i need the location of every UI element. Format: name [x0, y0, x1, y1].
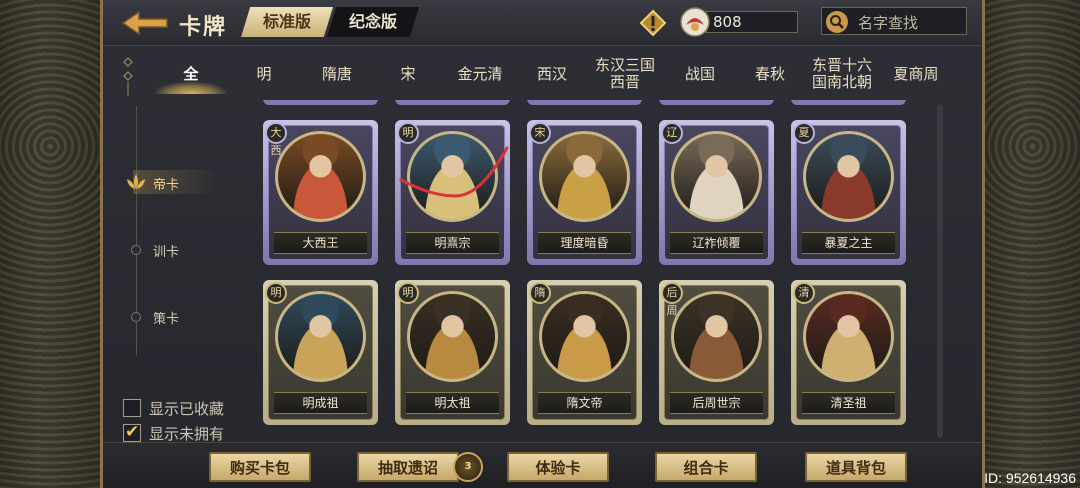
right-dragon-decoration	[985, 0, 1080, 488]
dynasty-badge: 大西	[265, 122, 287, 157]
lotus-icon	[127, 174, 145, 189]
tab-commemorative-edition[interactable]: 纪念版	[327, 7, 420, 37]
bottom-action-bar: 购买卡包 抽取遗诏 3 体验卡 组合卡 道具背包	[103, 442, 982, 488]
dynasty-tab-row: 全 明 隋唐 宋 金元清 西汉 东汉三国 西晋 战国 春秋 东晋十六 国南北朝 …	[103, 50, 982, 98]
dynasty-badge: 隋	[529, 282, 551, 304]
tab-dynasty-xiashangzhou[interactable]: 夏商周	[885, 50, 947, 98]
category-label: 帝卡	[153, 178, 180, 193]
emperor-card[interactable]: 明明成祖	[263, 280, 378, 425]
tab-dynasty-xihan[interactable]: 西汉	[527, 50, 577, 98]
card-portrait	[671, 131, 762, 222]
red-scribble-annotation	[399, 146, 509, 198]
back-arrow-icon	[121, 10, 168, 36]
token-icon	[680, 7, 710, 37]
emperor-card[interactable]: 夏暴夏之主	[791, 120, 906, 265]
version-tabs: 标准版 纪念版	[241, 7, 420, 37]
draw-edict-label: 抽取遗诏	[377, 459, 438, 477]
tab-dynasty-suitang[interactable]: 隋唐	[309, 50, 365, 98]
card-name: 明太祖	[406, 392, 499, 414]
card-partial	[659, 100, 774, 105]
dynasty-badge: 明	[265, 282, 287, 304]
currency-display: 808	[678, 5, 798, 39]
card-name: 理度暗昏	[538, 232, 631, 254]
card-portrait	[539, 291, 630, 382]
edict-count-badge: 3	[453, 452, 483, 482]
category-dot-icon	[131, 245, 141, 255]
emperor-card[interactable]: 宋理度暗昏	[527, 120, 642, 265]
dynasty-badge: 宋	[529, 122, 551, 144]
alert-icon[interactable]	[639, 9, 667, 37]
emperor-card[interactable]: 后周后周世宗	[659, 280, 774, 425]
filter-label: 显示未拥有	[149, 425, 225, 443]
combo-card-button[interactable]: 组合卡	[655, 452, 757, 482]
checkbox[interactable]	[123, 399, 141, 417]
card-grid-scrollbar[interactable]	[937, 104, 943, 438]
back-button[interactable]	[121, 8, 169, 38]
card-name: 大西王	[274, 232, 367, 254]
tab-dynasty-jinyuanqing[interactable]: 金元清	[446, 50, 514, 98]
checkbox[interactable]	[123, 422, 141, 442]
category-dot-icon	[131, 312, 141, 322]
tab-ornament-icon	[123, 57, 133, 96]
card-name: 明成祖	[274, 392, 367, 414]
emperor-card[interactable]: 辽辽祚倾覆	[659, 120, 774, 265]
emperor-card[interactable]: 明明太祖	[395, 280, 510, 425]
card-portrait	[803, 131, 894, 222]
filter-label: 显示已收藏	[149, 400, 225, 418]
tab-standard-edition[interactable]: 标准版	[241, 7, 334, 37]
search-placeholder: 名字查找	[858, 14, 919, 32]
card-portrait	[275, 291, 366, 382]
card-collection-panel: 卡牌 标准版 纪念版 808 名字查找 全 明 隋唐 宋 金元清 西汉 东汉三国…	[100, 0, 985, 488]
card-partial	[791, 100, 906, 105]
tab-dynasty-song[interactable]: 宋	[388, 50, 428, 98]
card-name: 暴夏之主	[802, 232, 895, 254]
card-partial	[527, 100, 642, 105]
buy-card-pack-button[interactable]: 购买卡包	[209, 452, 311, 482]
left-dragon-decoration	[0, 0, 100, 488]
category-label: 训卡	[153, 245, 180, 260]
card-portrait	[803, 291, 894, 382]
user-id-watermark: ID: 952614936	[984, 470, 1076, 486]
tab-dynasty-all[interactable]: 全	[155, 50, 227, 98]
item-bag-button[interactable]: 道具背包	[805, 452, 907, 482]
card-grid: 大西 大西王明明熹宗宋理度暗昏辽辽祚倾覆夏暴夏之主明明成祖明明太祖隋隋文帝 后周 后周…	[243, 100, 933, 440]
currency-amount: 808	[706, 11, 798, 33]
emperor-card[interactable]: 大西大西王	[263, 120, 378, 265]
card-portrait	[539, 131, 630, 222]
card-name: 后周世宗	[670, 392, 763, 414]
page-title: 卡牌	[179, 15, 228, 40]
search-icon	[826, 11, 848, 33]
search-box[interactable]: 名字查找	[821, 7, 967, 35]
dynasty-badge: 辽	[661, 122, 683, 144]
card-name: 辽祚倾覆	[670, 232, 763, 254]
dynasty-badge: 清	[793, 282, 815, 304]
tab-dynasty-zhanguo[interactable]: 战国	[675, 50, 725, 98]
trial-card-button[interactable]: 体验卡	[507, 452, 609, 482]
card-portrait	[671, 291, 762, 382]
emperor-card[interactable]: 清清圣祖	[791, 280, 906, 425]
draw-edict-button[interactable]: 抽取遗诏 3	[357, 452, 483, 482]
top-bar: 卡牌 标准版 纪念版 808 名字查找	[103, 0, 982, 46]
emperor-card[interactable]: 隋隋文帝	[527, 280, 642, 425]
card-partial	[395, 100, 510, 105]
scrollbar-thumb[interactable]	[937, 104, 943, 438]
tab-dynasty-dongjin[interactable]: 东晋十六 国南北朝	[803, 50, 881, 98]
dynasty-badge: 后周	[661, 282, 683, 317]
category-label: 策卡	[153, 312, 180, 327]
card-name: 隋文帝	[538, 392, 631, 414]
card-portrait	[275, 131, 366, 222]
card-name: 明熹宗	[406, 232, 499, 254]
dynasty-badge: 明	[397, 282, 419, 304]
tab-dynasty-ming[interactable]: 明	[243, 50, 285, 98]
card-name: 清圣祖	[802, 392, 895, 414]
tab-dynasty-chunqiu[interactable]: 春秋	[745, 50, 795, 98]
card-portrait	[407, 291, 498, 382]
tab-dynasty-donghan[interactable]: 东汉三国 西晋	[587, 50, 663, 98]
card-partial	[263, 100, 378, 105]
dynasty-badge: 夏	[793, 122, 815, 144]
